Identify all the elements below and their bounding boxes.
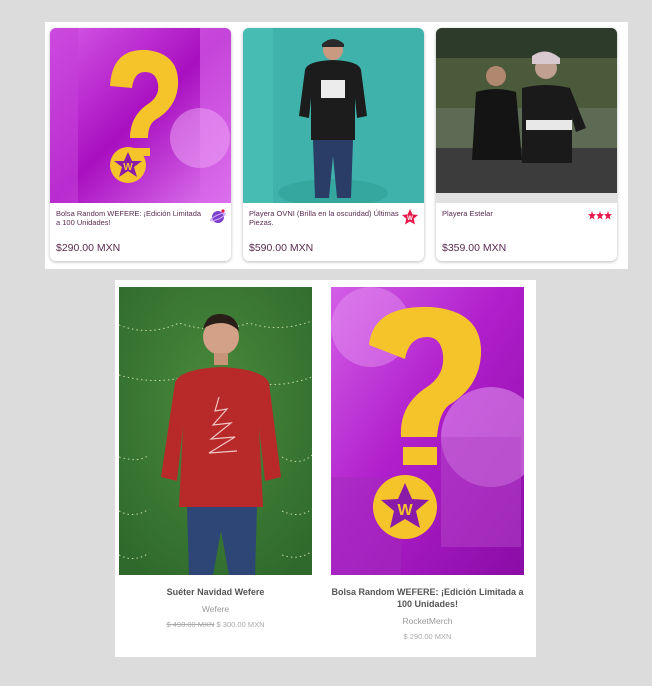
svg-text:W: W	[123, 162, 133, 173]
product-image-mystery-bag[interactable]: W	[331, 287, 524, 575]
product-title[interactable]: Suéter Navidad Wefere	[119, 586, 312, 598]
compare-at-price: $ 490.00 MXN	[166, 620, 215, 629]
product-price: $590.00 MXN	[249, 242, 314, 254]
product-price: $ 290.00 MXN	[403, 632, 452, 641]
product-title[interactable]: Bolsa Random WEFERE: ¡Edición Limitada a…	[56, 209, 206, 227]
svg-text:W: W	[407, 216, 413, 222]
product-card[interactable]: W Bolsa Random WEFERE: ¡Edición Limitada…	[50, 28, 231, 261]
product-vendor[interactable]: Wefere	[119, 604, 312, 614]
product-card[interactable]: Playera Estelar $359.00 MXN	[436, 28, 617, 261]
product-card[interactable]: Playera OVNI (Brilla en la oscuridad) Úl…	[243, 28, 424, 261]
top-product-grid: W Bolsa Random WEFERE: ¡Edición Limitada…	[45, 22, 628, 269]
product-title[interactable]: Bolsa Random WEFERE: ¡Edición Limitada a…	[331, 586, 524, 610]
product-price: $290.00 MXN	[56, 242, 121, 254]
product-image-estelar-shirt[interactable]	[436, 28, 617, 203]
product-vendor[interactable]: RocketMerch	[331, 616, 524, 626]
product-title[interactable]: Playera OVNI (Brilla en la oscuridad) Úl…	[249, 209, 399, 227]
svg-text:W: W	[397, 502, 413, 519]
sale-price: $ 300.00 MXN	[216, 620, 265, 629]
product-image-mystery-bag[interactable]: W	[50, 28, 231, 203]
three-stars-icon	[588, 208, 612, 226]
star-icon: W	[401, 208, 419, 231]
product-price-group: $ 490.00 MXN $ 300.00 MXN	[119, 620, 312, 629]
bottom-product-grid: Suéter Navidad Wefere Wefere $ 490.00 MX…	[115, 280, 536, 657]
product-image-ovni-shirt[interactable]	[243, 28, 424, 203]
planet-icon	[210, 208, 226, 229]
product-price: $359.00 MXN	[442, 242, 507, 254]
product-title[interactable]: Playera Estelar	[442, 209, 592, 218]
product-image-christmas-sweater[interactable]	[119, 287, 312, 575]
